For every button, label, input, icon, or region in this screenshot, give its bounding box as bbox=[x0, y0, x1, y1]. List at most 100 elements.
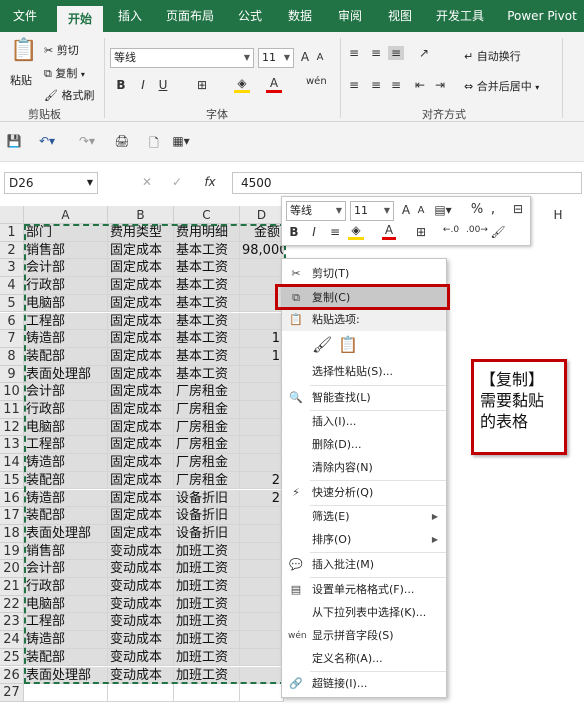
mini-align-icon[interactable]: ≡ bbox=[328, 225, 342, 239]
table-cell[interactable]: 变动成本 bbox=[108, 560, 174, 578]
table-cell[interactable]: 厂房租金 bbox=[174, 436, 240, 455]
table-cell[interactable] bbox=[240, 666, 284, 685]
table-cell[interactable] bbox=[240, 454, 284, 472]
table-cell[interactable]: 2 bbox=[240, 489, 284, 508]
table-cell[interactable]: 电脑部 bbox=[24, 294, 108, 313]
table-cell[interactable] bbox=[174, 684, 240, 702]
table-cell[interactable]: 厂房租金 bbox=[174, 454, 240, 472]
row-header[interactable]: 23 bbox=[0, 613, 24, 632]
mini-font-color-icon[interactable]: A bbox=[382, 223, 396, 240]
shrink-font-icon[interactable]: A bbox=[416, 205, 426, 216]
table-cell[interactable] bbox=[240, 560, 284, 578]
row-header[interactable]: 21 bbox=[0, 578, 24, 596]
shrink-font-icon[interactable]: A bbox=[314, 52, 326, 63]
mini-fill-color-icon[interactable]: ◈ bbox=[348, 223, 364, 240]
table-cell[interactable]: 铸造部 bbox=[24, 489, 108, 508]
redo-icon[interactable]: ↷▾ bbox=[76, 134, 98, 148]
mini-size-combo[interactable]: 11 ▼ bbox=[350, 201, 394, 221]
table-cell[interactable] bbox=[240, 418, 284, 437]
table-cell[interactable]: 工程部 bbox=[24, 613, 108, 632]
font-color-icon[interactable]: A bbox=[266, 76, 282, 93]
decrease-decimal-icon[interactable]: .00→ bbox=[466, 225, 488, 235]
menu-item-insert[interactable]: 插入(I)... bbox=[282, 411, 446, 433]
table-cell[interactable] bbox=[240, 401, 284, 419]
menu-item-delete[interactable]: 删除(D)... bbox=[282, 434, 446, 456]
table-cell[interactable]: 铸造部 bbox=[24, 454, 108, 472]
paste-button[interactable]: 粘贴 bbox=[10, 72, 32, 88]
row-header[interactable]: 19 bbox=[0, 542, 24, 561]
accounting-format-icon[interactable]: ▤▾ bbox=[432, 203, 454, 217]
tab-power-pivot[interactable]: Power Pivot bbox=[500, 0, 584, 32]
table-cell[interactable]: 会计部 bbox=[24, 560, 108, 578]
align-right-icon[interactable]: ≡ bbox=[388, 78, 404, 92]
font-name-combo[interactable]: 等线 ▼ bbox=[110, 48, 254, 68]
table-cell[interactable]: 固定成本 bbox=[108, 471, 174, 490]
table-cell[interactable]: 变动成本 bbox=[108, 542, 174, 561]
row-header[interactable]: 6 bbox=[0, 312, 24, 331]
table-cell[interactable]: 基本工资 bbox=[174, 277, 240, 295]
row-header[interactable]: 22 bbox=[0, 595, 24, 614]
grow-font-icon[interactable]: A bbox=[400, 203, 412, 217]
paste-formatting-icon[interactable]: 🖌 bbox=[312, 335, 332, 354]
table-cell[interactable]: 设备折旧 bbox=[174, 524, 240, 543]
table-cell[interactable]: 金额 bbox=[240, 224, 284, 242]
table-cell[interactable]: 1 bbox=[240, 330, 284, 348]
table-cell[interactable]: 基本工资 bbox=[174, 294, 240, 313]
orientation-icon[interactable]: ↗ bbox=[414, 46, 434, 60]
table-cell[interactable]: 表面处理部 bbox=[24, 666, 108, 685]
table-cell[interactable] bbox=[240, 383, 284, 401]
table-cell[interactable]: 加班工资 bbox=[174, 666, 240, 685]
table-cell[interactable]: 固定成本 bbox=[108, 347, 174, 366]
row-header[interactable]: 5 bbox=[0, 294, 24, 313]
table-cell[interactable]: 厂房租金 bbox=[174, 383, 240, 401]
decrease-indent-icon[interactable]: ⇤ bbox=[412, 78, 428, 92]
menu-item-insert-comment[interactable]: 💬 插入批注(M) bbox=[282, 554, 446, 576]
row-header[interactable]: 27 bbox=[0, 684, 24, 702]
wrap-text-button[interactable]: ↵ 自动换行 bbox=[464, 48, 521, 64]
table-cell[interactable]: 费用类型 bbox=[108, 224, 174, 242]
select-all-corner[interactable] bbox=[0, 206, 24, 224]
table-cell[interactable]: 变动成本 bbox=[108, 631, 174, 649]
formula-input[interactable]: 4500 bbox=[232, 172, 582, 194]
row-header[interactable]: 25 bbox=[0, 648, 24, 667]
table-cell[interactable]: 固定成本 bbox=[108, 330, 174, 348]
enter-icon[interactable]: ✓ bbox=[170, 175, 184, 189]
mini-italic-button[interactable]: I bbox=[308, 225, 320, 239]
table-cell[interactable]: 行政部 bbox=[24, 277, 108, 295]
table-cell[interactable]: 铸造部 bbox=[24, 631, 108, 649]
table-cell[interactable]: 电脑部 bbox=[24, 418, 108, 437]
row-header[interactable]: 13 bbox=[0, 436, 24, 455]
paste-icon[interactable]: 📋 bbox=[10, 38, 37, 68]
table-cell[interactable]: 基本工资 bbox=[174, 312, 240, 331]
row-header[interactable]: 12 bbox=[0, 418, 24, 437]
save-icon[interactable]: 💾 bbox=[6, 134, 22, 148]
table-cell[interactable]: 固定成本 bbox=[108, 294, 174, 313]
table-cell[interactable]: 加班工资 bbox=[174, 631, 240, 649]
row-header[interactable]: 14 bbox=[0, 454, 24, 472]
tab-data[interactable]: 数据 bbox=[278, 0, 322, 32]
row-header[interactable]: 18 bbox=[0, 524, 24, 543]
font-size-combo[interactable]: 11 ▼ bbox=[258, 48, 294, 68]
table-cell[interactable]: 固定成本 bbox=[108, 436, 174, 455]
table-cell[interactable]: 费用明细 bbox=[174, 224, 240, 242]
menu-item-clear[interactable]: 清除内容(N) bbox=[282, 457, 446, 479]
paste-clipboard-icon[interactable]: 📋 bbox=[338, 335, 358, 354]
table-cell[interactable]: 加班工资 bbox=[174, 648, 240, 667]
table-cell[interactable]: 厂房租金 bbox=[174, 401, 240, 419]
table-cell[interactable] bbox=[108, 684, 174, 702]
table-cell[interactable]: 装配部 bbox=[24, 507, 108, 525]
row-header[interactable]: 16 bbox=[0, 489, 24, 508]
table-cell[interactable]: 固定成本 bbox=[108, 401, 174, 419]
table-cell[interactable]: 销售部 bbox=[24, 542, 108, 561]
menu-item-pick-list[interactable]: 从下拉列表中选择(K)... bbox=[282, 602, 446, 624]
mini-bold-button[interactable]: B bbox=[288, 225, 300, 239]
comma-button[interactable]: , bbox=[488, 201, 498, 217]
menu-item-smart-lookup[interactable]: 🔍 智能查找(L) bbox=[282, 387, 446, 409]
table-cell[interactable]: 装配部 bbox=[24, 648, 108, 667]
tab-developer[interactable]: 开发工具 bbox=[428, 0, 492, 32]
table-cell[interactable]: 基本工资 bbox=[174, 347, 240, 366]
row-header[interactable]: 1 bbox=[0, 224, 24, 242]
new-doc-icon[interactable]: 🗋 bbox=[146, 134, 162, 155]
menu-item-hyperlink[interactable]: 🔗 超链接(I)... bbox=[282, 673, 446, 695]
table-cell[interactable] bbox=[240, 595, 284, 614]
